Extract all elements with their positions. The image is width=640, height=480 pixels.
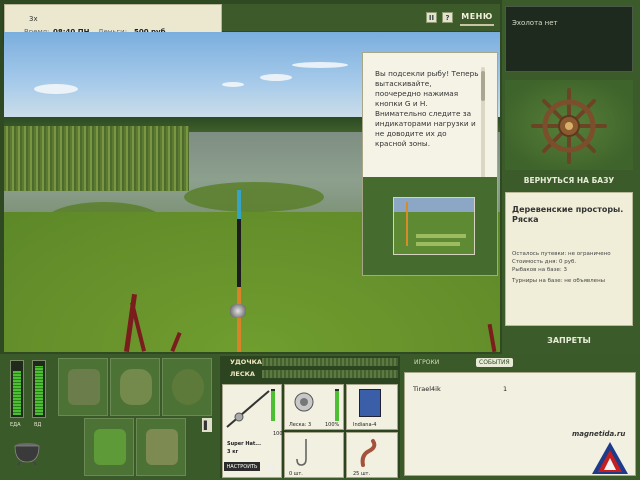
vd-gauge-label: ВД <box>34 422 42 428</box>
site-logo-icon <box>592 442 628 474</box>
bait-count: 25 шт. <box>353 471 371 477</box>
hook-icon <box>296 439 307 466</box>
message-panel: Вы подсекли рыбу! Теперь вытаскивайте, п… <box>362 52 498 276</box>
day-cost: Стоимость дня: 0 руб. <box>512 259 577 265</box>
fishing-rod <box>237 190 241 352</box>
preview-line-bar <box>416 242 460 246</box>
tutorial-preview-image <box>393 197 475 255</box>
setup-button[interactable]: НАСТРОИТЬ <box>224 462 260 471</box>
game-speed[interactable]: 3x <box>29 15 38 23</box>
trip-left: Осталось путевки: не ограничено <box>512 251 611 257</box>
bucket-icon <box>146 429 178 465</box>
hook-count: 0 шт. <box>289 471 303 477</box>
net-slot[interactable] <box>162 358 212 416</box>
reel-slot[interactable]: Леска: 3 100% <box>284 384 344 430</box>
arrow-icon[interactable] <box>266 462 276 472</box>
vd-gauge <box>32 360 46 418</box>
preview-rod <box>406 202 408 246</box>
cloud <box>34 84 78 94</box>
vd-gauge-fill <box>35 366 43 415</box>
echo-sounder-panel: Эхолота нет <box>505 6 633 72</box>
line-tension-bar <box>262 370 398 378</box>
lure-caption: Indiana-4 <box>353 422 377 428</box>
food-basket-icon <box>94 429 126 465</box>
ship-wheel-icon[interactable] <box>505 80 633 170</box>
food-gauge-fill <box>13 370 21 415</box>
rod-tension-bar <box>262 358 398 366</box>
ship-wheel-area <box>505 80 633 170</box>
worm-icon <box>360 439 377 467</box>
bait-slot[interactable]: 25 шт. <box>346 432 398 478</box>
rod-weight: 3 кг <box>227 449 239 455</box>
food-gauge <box>10 360 24 418</box>
lure-slot[interactable]: Indiana-4 <box>346 384 398 430</box>
status-gauges: ЕДА ВД <box>6 360 50 436</box>
help-icon[interactable]: ? <box>442 12 453 23</box>
tutorial-preview-frame <box>363 177 497 275</box>
backpack-icon <box>68 369 100 405</box>
rod-durability-gauge <box>271 389 275 421</box>
player-name[interactable]: Tirael4ik <box>413 385 441 393</box>
reel <box>230 304 246 318</box>
location-panel: Деревенские просторы. Ряска Осталось пут… <box>505 192 633 326</box>
rod-icon <box>226 390 270 428</box>
location-title: Деревенские просторы. Ряска <box>512 205 624 224</box>
pause-icon[interactable]: II <box>426 12 437 23</box>
basket-slot[interactable] <box>84 418 134 476</box>
reel-durability-percent: 100% <box>325 422 340 428</box>
top-bar <box>222 4 500 31</box>
site-watermark: magnetida.ru <box>572 430 626 438</box>
fishers-at-base: Рыбаков на базе: 3 <box>512 267 567 273</box>
inventory-scroll-button[interactable]: ▌ <box>202 418 212 432</box>
rod-name: Super Hat... <box>227 441 261 447</box>
weed-patch <box>184 182 324 212</box>
cloud <box>292 62 348 68</box>
echo-sounder-status: Эхолота нет <box>512 19 558 27</box>
hook-slot[interactable]: 0 шт. <box>284 432 344 478</box>
player-score: 1 <box>503 385 508 393</box>
rod-tension-label: УДОЧКА <box>230 358 262 366</box>
hook-message: Вы подсекли рыбу! Теперь вытаскивайте, п… <box>375 69 479 148</box>
reel-caption: Леска: 3 <box>289 422 312 428</box>
reeds <box>4 126 189 191</box>
bans-button[interactable]: ЗАПРЕТЫ <box>505 332 633 348</box>
lure-box-icon <box>359 389 381 417</box>
scroll-thumb[interactable] <box>481 71 485 101</box>
food-gauge-label: ЕДА <box>10 422 21 428</box>
tab-players[interactable]: ИГРОКИ <box>414 359 439 366</box>
bag-slot[interactable] <box>110 358 160 416</box>
reel-durability-gauge <box>335 389 339 421</box>
cloud <box>260 74 292 81</box>
landing-net-icon <box>172 369 204 405</box>
cloud <box>222 82 244 87</box>
reel-icon <box>294 392 314 412</box>
tournaments: Турниры на базе: не объявлены <box>512 278 606 284</box>
line-tension-label: ЛЕСКА <box>230 370 255 378</box>
return-to-base-button[interactable]: ВЕРНУТЬСЯ НА БАЗУ <box>505 172 633 188</box>
cauldron-icon[interactable] <box>12 436 42 466</box>
preview-rod-bar <box>416 234 466 238</box>
bucket-slot[interactable] <box>136 418 186 476</box>
backpack-slot[interactable] <box>58 358 108 416</box>
bag-icon <box>120 369 152 405</box>
menu-button[interactable]: МЕНЮ <box>460 8 494 26</box>
tab-events[interactable]: СОБЫТИЯ <box>476 358 513 367</box>
message-scrollbar[interactable] <box>481 67 485 179</box>
